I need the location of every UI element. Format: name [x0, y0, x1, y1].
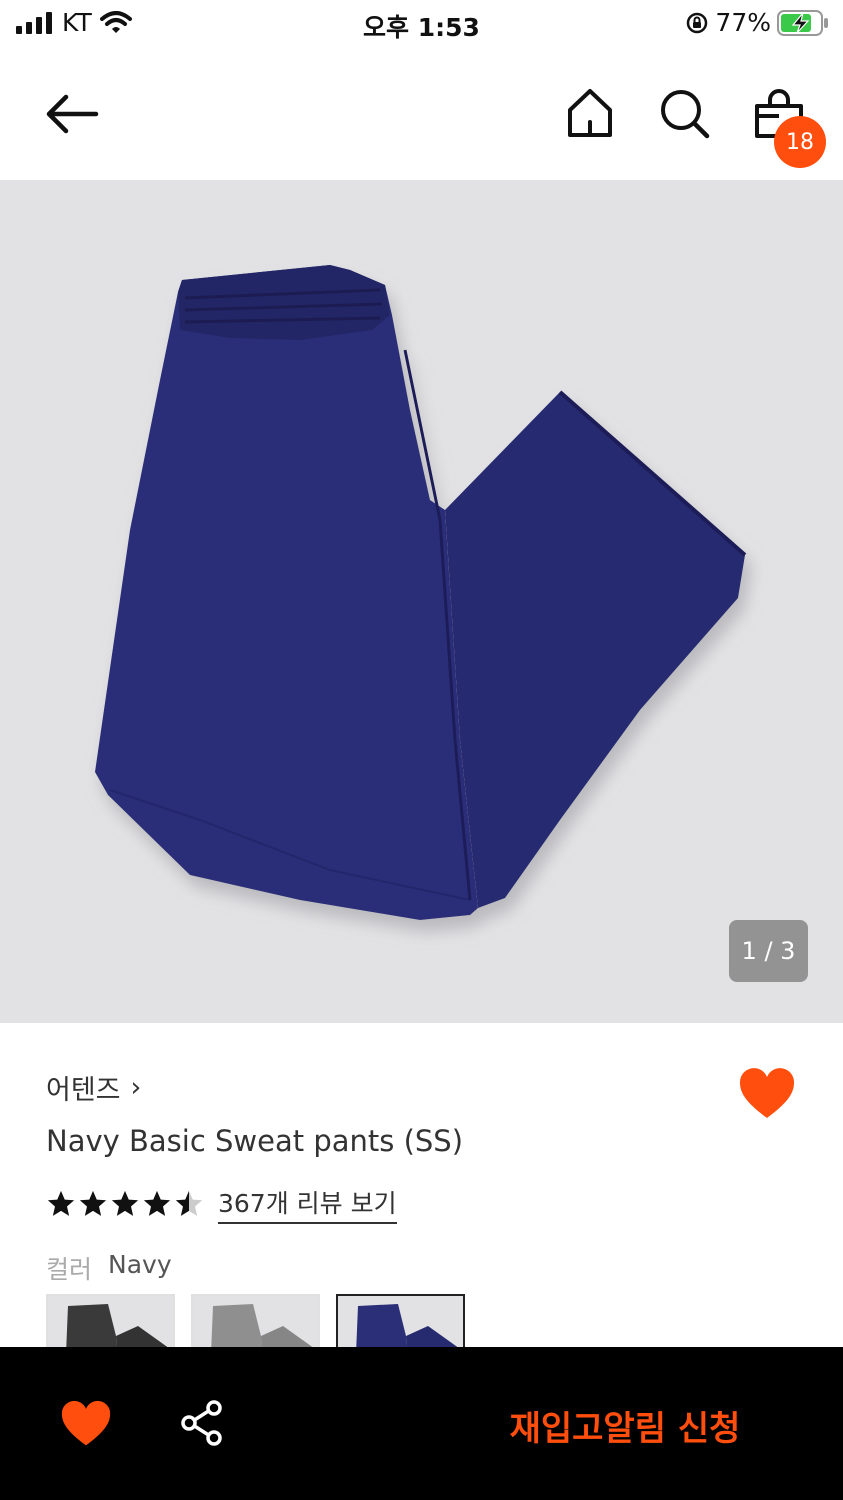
arrow-left-icon	[46, 94, 99, 134]
battery-charging-icon	[777, 9, 828, 36]
search-button[interactable]	[657, 86, 711, 140]
half-star-icon	[175, 1190, 203, 1216]
home-icon	[568, 89, 612, 137]
star-icon	[47, 1190, 75, 1216]
heart-icon	[739, 1068, 795, 1118]
star-icon	[143, 1190, 171, 1216]
star-icon	[111, 1190, 139, 1216]
search-icon	[661, 90, 710, 139]
color-row: 컬러 Navy	[46, 1250, 172, 1286]
bottom-wishlist-button[interactable]	[60, 1399, 112, 1449]
share-button[interactable]	[178, 1399, 226, 1447]
brand-name: 어텐즈	[46, 1075, 121, 1106]
wishlist-button[interactable]	[738, 1066, 796, 1122]
brand-link[interactable]: 어텐즈 ›	[46, 1068, 141, 1107]
color-label: 컬러	[46, 1255, 93, 1284]
chevron-right-icon: ›	[130, 1072, 142, 1103]
star-icon	[79, 1190, 107, 1216]
battery-percent: 77%	[715, 8, 771, 37]
cart-count-badge: 18	[774, 116, 826, 168]
color-value: Navy	[108, 1250, 172, 1279]
image-counter: 1 / 3	[729, 920, 808, 982]
restock-alert-button[interactable]: 재입고알림 신청	[470, 1397, 780, 1453]
top-nav-bar: 18	[0, 56, 843, 168]
status-bar: KT 오후 1:53 77%	[0, 0, 843, 48]
review-link[interactable]: 367개 리뷰 보기	[218, 1184, 397, 1224]
bottom-action-bar: 재입고알림 신청	[0, 1347, 843, 1500]
share-icon	[181, 1400, 222, 1446]
rating-stars	[46, 1189, 204, 1219]
back-button[interactable]	[42, 84, 102, 144]
product-name: Navy Basic Sweat pants (SS)	[46, 1124, 464, 1158]
product-image[interactable]	[0, 180, 843, 1023]
rating-row: 367개 리뷰 보기	[46, 1184, 397, 1224]
status-right: 77%	[685, 8, 829, 37]
sweatpants-illustration	[95, 265, 747, 920]
rotation-lock-icon	[687, 12, 708, 33]
heart-icon	[61, 1400, 111, 1446]
home-button[interactable]	[563, 86, 617, 140]
